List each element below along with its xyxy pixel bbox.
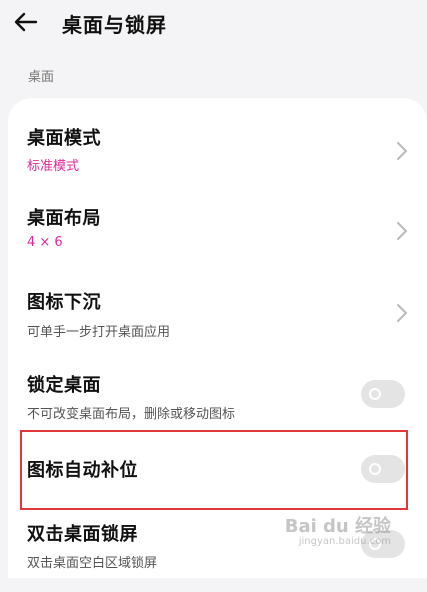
setting-icon-sink[interactable]: 图标下沉 可单手一步打开桌面应用 [8,276,427,356]
watermark-logo: Bai du 经验 [284,516,391,537]
lock-desktop-toggle[interactable] [361,380,405,408]
setting-description: 不可改变桌面布局，删除或移动图标 [27,407,236,422]
setting-title: 桌面布局 [27,208,101,229]
setting-title: 锁定桌面 [27,375,101,396]
setting-desktop-mode[interactable]: 桌面模式 标准模式 [8,110,427,190]
top-bar: 桌面与锁屏 [0,0,427,44]
chevron-right-icon [397,222,407,240]
page-title: 桌面与锁屏 [62,13,167,37]
setting-title: 桌面模式 [27,128,101,149]
chevron-right-icon [397,142,407,160]
watermark-url: jingyan.baidu.com [298,536,391,547]
setting-lock-desktop: 锁定桌面 不可改变桌面布局，删除或移动图标 [8,358,427,438]
setting-value: 标准模式 [27,159,80,174]
chevron-right-icon [397,304,407,322]
setting-description: 可单手一步打开桌面应用 [27,325,171,340]
highlight-box [20,430,408,510]
toggle-knob [369,388,381,400]
setting-desktop-layout[interactable]: 桌面布局 4 × 6 [8,192,427,272]
back-arrow-icon[interactable] [12,8,40,36]
setting-title: 图标下沉 [27,292,101,313]
section-label-desktop: 桌面 [28,70,55,85]
setting-value: 4 × 6 [27,235,63,250]
setting-title: 双击桌面锁屏 [27,524,138,545]
setting-description: 双击桌面空白区域锁屏 [27,556,158,571]
